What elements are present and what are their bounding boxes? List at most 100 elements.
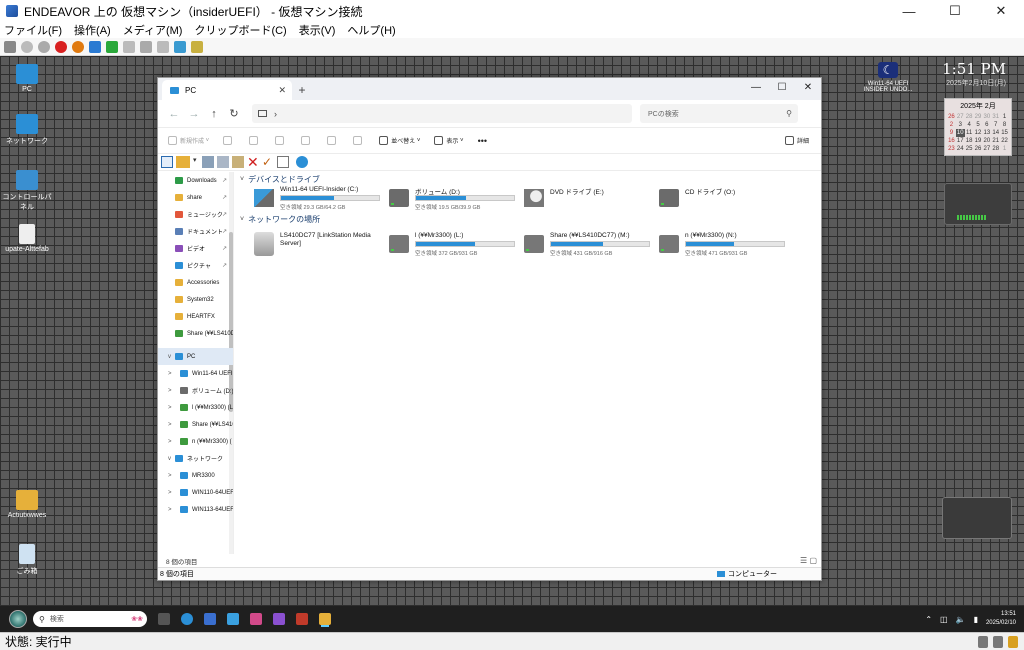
desktop-icon-pc[interactable]: PC: [2, 64, 52, 93]
calendar-day[interactable]: 12: [974, 129, 983, 137]
calendar-day[interactable]: 24: [956, 145, 965, 153]
calendar-day[interactable]: 2: [947, 121, 956, 129]
tab-close-icon[interactable]: ✕: [278, 85, 286, 96]
copy-icon[interactable]: [217, 156, 229, 168]
calendar-day[interactable]: 6: [982, 121, 991, 129]
calendar-day[interactable]: 28: [991, 145, 1000, 153]
nav-network-child[interactable]: > WIN113-64UEF: [158, 501, 233, 518]
minimize-button[interactable]: —: [886, 0, 932, 22]
desktop-icon-recycle-bin[interactable]: ごみ箱: [2, 544, 52, 576]
chevron-right-icon[interactable]: >: [168, 422, 172, 428]
desktop-icon-control-panel[interactable]: コントロールパネル: [2, 170, 52, 212]
moon-gadget[interactable]: ☾ Win11-64 UEFI INSIDER UNDO...: [860, 62, 916, 93]
explorer-maximize-button[interactable]: ☐: [769, 78, 795, 96]
calendar-day[interactable]: 3: [956, 121, 965, 129]
app-icon[interactable]: [250, 613, 262, 625]
nav-item-pc[interactable]: v PC: [158, 348, 233, 365]
calendar-day[interactable]: 29: [974, 113, 983, 121]
nav-quick-item[interactable]: ドキュメント ↗: [158, 223, 233, 240]
menu-view[interactable]: 表示(V): [299, 22, 336, 38]
view-button[interactable]: 表示 ˅: [434, 136, 464, 145]
network-tray-icon[interactable]: ◫: [940, 615, 948, 624]
chevron-down-icon[interactable]: v: [168, 456, 171, 462]
calendar-day[interactable]: 21: [991, 137, 1000, 145]
photos-icon[interactable]: [273, 613, 285, 625]
volume-icon[interactable]: 🔈: [956, 615, 966, 624]
nav-quick-item[interactable]: Share (¥¥LS410D: [158, 325, 233, 342]
folder-options-icon[interactable]: [176, 156, 190, 168]
battery-icon[interactable]: ▮: [974, 615, 978, 624]
calendar-day[interactable]: 8: [1000, 121, 1009, 129]
nav-pc-child[interactable]: > n (¥¥Mr3300) (: [158, 433, 233, 450]
pause-icon[interactable]: [89, 40, 101, 53]
copilot-icon[interactable]: [227, 613, 239, 625]
group-network-header[interactable]: ˅ ネットワークの場所: [240, 214, 320, 225]
chat-icon[interactable]: [296, 156, 308, 168]
task-view-icon[interactable]: [158, 613, 170, 625]
calendar-gadget[interactable]: 2025年 2月 26 27 28 29 30 31 1 2 3 4 5 6 7 8 9 10 11 12 13 14…: [944, 98, 1012, 156]
mail-icon[interactable]: [277, 156, 289, 168]
desktop-icon-file[interactable]: upate-Alttefab: [2, 224, 52, 253]
nav-quick-item[interactable]: Accessories: [158, 274, 233, 291]
delete-icon[interactable]: ✕: [247, 155, 259, 169]
search-input[interactable]: PCの検索 ⚲: [640, 104, 798, 123]
store-icon[interactable]: [204, 613, 216, 625]
drive-item[interactable]: DVD ドライブ (E:): [524, 186, 652, 214]
nav-quick-item[interactable]: ピクチャ ↗: [158, 257, 233, 274]
close-button[interactable]: ✕: [978, 0, 1024, 22]
nav-network-child[interactable]: > WIN110-64UEF: [158, 484, 233, 501]
resume-icon[interactable]: [106, 40, 118, 53]
chevron-right-icon[interactable]: >: [168, 439, 172, 445]
calendar-day[interactable]: 11: [965, 129, 974, 137]
tab-pc[interactable]: PC ✕: [162, 80, 292, 100]
enhanced-session-icon[interactable]: [174, 40, 186, 53]
group-devices-header[interactable]: ˅ デバイスとドライブ: [240, 174, 320, 185]
refresh-button[interactable]: ↻: [224, 107, 244, 120]
calendar-day[interactable]: 18: [965, 137, 974, 145]
calendar-day[interactable]: 28: [965, 113, 974, 121]
reset-icon[interactable]: [123, 40, 135, 53]
view-toggle[interactable]: ☰ ▢: [800, 556, 817, 565]
menu-action[interactable]: 操作(A): [74, 22, 111, 38]
calendar-day[interactable]: 9: [947, 129, 956, 137]
calendar-day[interactable]: 7: [991, 121, 1000, 129]
menu-media[interactable]: メディア(M): [123, 22, 183, 38]
drive-item[interactable]: Win11-64 UEFI-Insider (C:) 空き領域 29.3 GB/6…: [254, 186, 382, 214]
sort-button[interactable]: 並べ替え ˅: [379, 136, 420, 145]
drive-item[interactable]: LS410DC77 [LinkStation Media Server]: [254, 232, 382, 260]
maximize-button[interactable]: ☐: [932, 0, 978, 22]
chevron-right-icon[interactable]: >: [168, 405, 172, 411]
desktop-icon-folder[interactable]: Actiutxwwes: [2, 490, 52, 519]
new-tab-button[interactable]: +: [292, 80, 312, 100]
nav-quick-item[interactable]: ビデオ ↗: [158, 240, 233, 257]
cut-button[interactable]: [223, 136, 235, 145]
chevron-up-icon[interactable]: ⌃: [925, 615, 932, 624]
turn-off-icon[interactable]: [38, 40, 50, 53]
calendar-day[interactable]: 10: [955, 129, 965, 137]
explorer-minimize-button[interactable]: —: [743, 78, 769, 96]
paste-button[interactable]: [275, 136, 287, 145]
chevron-down-icon[interactable]: ▾: [193, 156, 199, 168]
menu-file[interactable]: ファイル(F): [4, 22, 62, 38]
drive-item[interactable]: CD ドライブ (O:): [659, 186, 787, 214]
start-button[interactable]: [9, 610, 27, 628]
calendar-day[interactable]: 27: [956, 113, 965, 121]
calendar-day[interactable]: 14: [991, 129, 1000, 137]
nav-pane-toggle-icon[interactable]: [161, 156, 173, 168]
calendar-day[interactable]: 22: [1000, 137, 1009, 145]
delete-button[interactable]: [353, 136, 365, 145]
calendar-day[interactable]: 26: [974, 145, 983, 153]
desktop-icon-network[interactable]: ネットワーク: [2, 114, 52, 146]
app-red-icon[interactable]: [296, 613, 308, 625]
calendar-day[interactable]: 20: [982, 137, 991, 145]
calendar-day[interactable]: 16: [947, 137, 956, 145]
chevron-right-icon[interactable]: >: [168, 388, 172, 394]
checkpoint-icon[interactable]: [140, 40, 152, 53]
more-button[interactable]: •••: [478, 136, 487, 146]
nav-item-network[interactable]: v ネットワーク: [158, 450, 233, 467]
check-icon[interactable]: ✓: [262, 156, 274, 168]
chevron-down-icon[interactable]: v: [168, 354, 171, 360]
calendar-day[interactable]: 25: [965, 145, 974, 153]
calendar-day[interactable]: 1: [1000, 113, 1009, 121]
calendar-day[interactable]: 4: [965, 121, 974, 129]
